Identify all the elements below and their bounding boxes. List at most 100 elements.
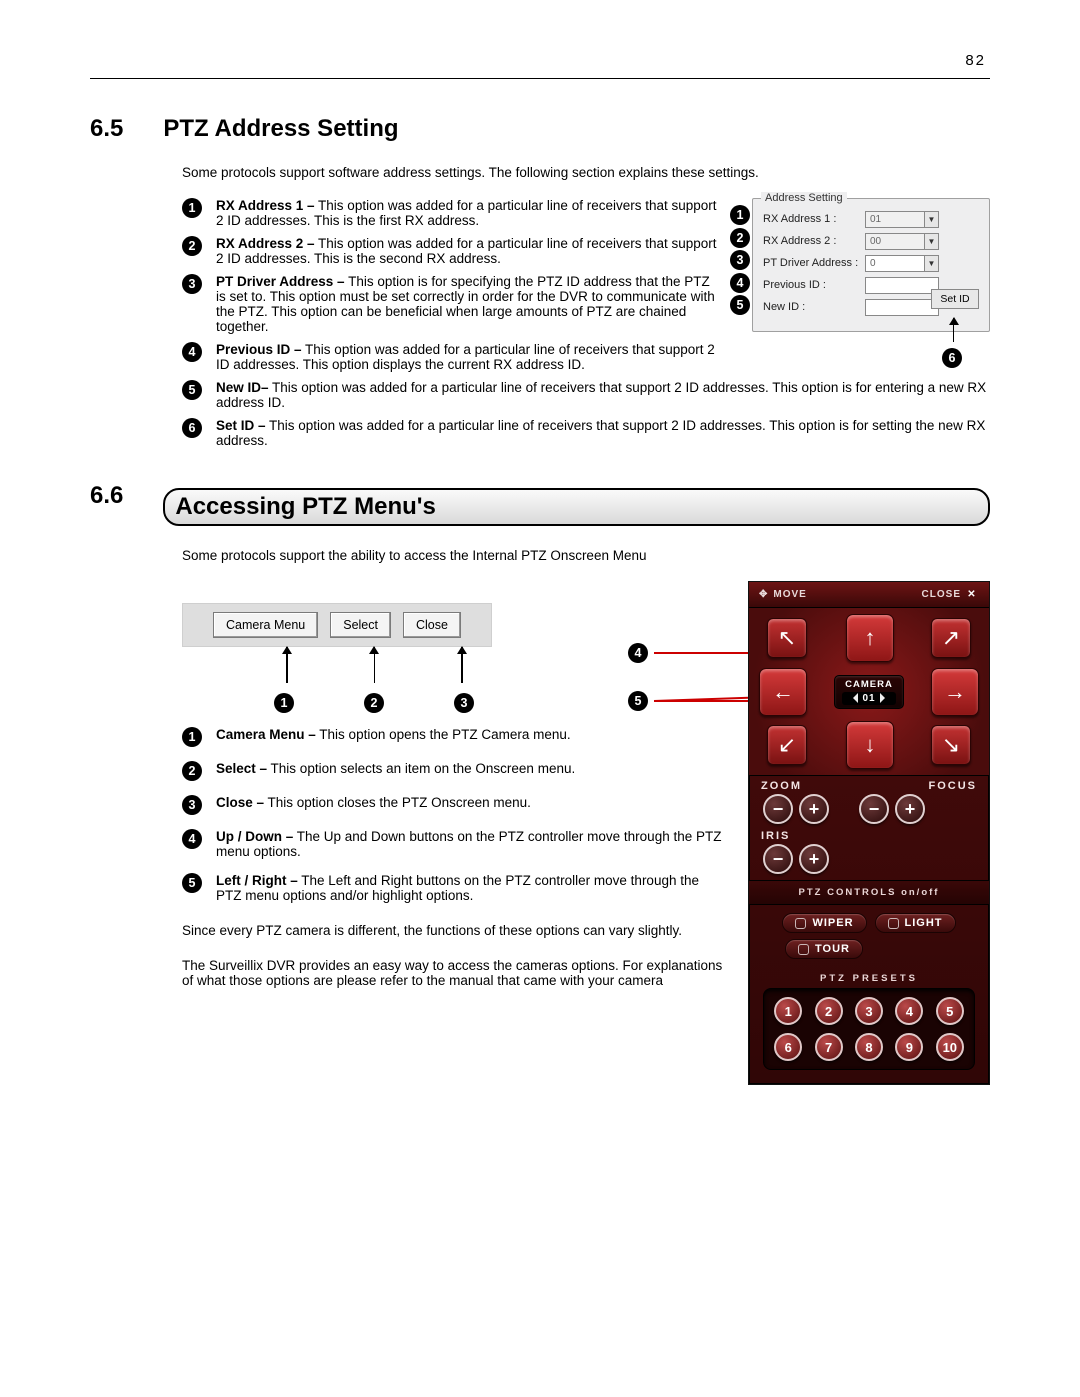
preset-5[interactable]: 5 (936, 997, 964, 1025)
panel-bullet-1: 1 (730, 205, 750, 225)
bullet-6: 6 (182, 418, 202, 438)
section-6-5-list: 1 RX Address 1 – This option was added f… (182, 198, 720, 380)
arrow-up-icon: ↑ (865, 625, 876, 651)
bullet-1: 1 (182, 198, 202, 218)
preset-1[interactable]: 1 (774, 997, 802, 1025)
dpad: ↖ ↑ ↗ ← → ↙ ↓ ↘ CAMERA 01 (749, 608, 989, 776)
section-6-6-list: 1 Camera Menu – This option opens the PT… (182, 727, 728, 903)
rx2-label: RX Address 2 : (763, 235, 865, 247)
zoom-out-button[interactable]: − (763, 794, 793, 824)
panel-bullet-2: 2 (730, 228, 750, 248)
toolbar-bullet-2: 2 (364, 693, 384, 713)
dpad-down-left[interactable]: ↙ (767, 725, 807, 765)
section-6-6-intro: Some protocols support the ability to ac… (182, 548, 990, 563)
focus-label: FOCUS (929, 780, 978, 792)
arrow-up-left-icon: ↖ (778, 625, 796, 651)
rx1-dropdown[interactable]: 01▼ (865, 211, 939, 228)
focus-in-button[interactable]: + (895, 794, 925, 824)
preset-3[interactable]: 3 (855, 997, 883, 1025)
arrow-down-icon: ↓ (865, 732, 876, 758)
preset-7[interactable]: 7 (815, 1033, 843, 1061)
callout-arrow (461, 647, 463, 683)
pt-label: PT Driver Address : (763, 257, 865, 269)
camera-prev-icon (848, 693, 858, 703)
ptz-controls-toggle[interactable]: PTZ CONTROLS on/off (749, 880, 989, 905)
section-title-66: Accessing PTZ Menu's (175, 493, 435, 521)
preset-6[interactable]: 6 (774, 1033, 802, 1061)
section-6-5-heading: 6.5 PTZ Address Setting (90, 115, 990, 143)
panel-bullet-3: 3 (730, 250, 750, 270)
dpad-left[interactable]: ← (759, 668, 807, 716)
chevron-down-icon: ▼ (924, 256, 938, 271)
section-6-6-p2: The Surveillix DVR provides an easy way … (182, 958, 728, 988)
close-button[interactable]: Close (403, 612, 461, 638)
close-icon: ✕ (965, 588, 979, 602)
chevron-down-icon: ▼ (924, 234, 938, 249)
zoom-label: ZOOM (761, 780, 802, 792)
presets-label: PTZ PRESETS (749, 967, 989, 988)
checkbox-icon (798, 944, 809, 955)
top-rule (90, 78, 990, 79)
preset-2[interactable]: 2 (815, 997, 843, 1025)
bullet-3: 3 (182, 274, 202, 294)
bullet-1: 1 (182, 727, 202, 747)
chevron-down-icon: ▼ (924, 212, 938, 227)
page-number: 82 (965, 52, 986, 69)
rx1-label: RX Address 1 : (763, 213, 865, 225)
preset-10[interactable]: 10 (936, 1033, 964, 1061)
dpad-up-right[interactable]: ↗ (931, 618, 971, 658)
close-panel-button[interactable]: CLOSE✕ (922, 588, 979, 602)
select-button[interactable]: Select (330, 612, 391, 638)
rx2-dropdown[interactable]: 00▼ (865, 233, 939, 250)
bullet-4: 4 (182, 829, 202, 849)
section-number-66: 6.6 (90, 482, 123, 510)
dpad-right[interactable]: → (931, 668, 979, 716)
checkbox-icon (795, 918, 806, 929)
ptz-bullet-4: 4 (628, 643, 648, 663)
ptz-bullet-5: 5 (628, 691, 648, 711)
panel-bullet-4: 4 (730, 273, 750, 293)
section-6-6-p1: Since every PTZ camera is different, the… (182, 923, 728, 938)
iris-close-button[interactable]: − (763, 844, 793, 874)
ptz-controller-panel: ✥ MOVE CLOSE✕ ↖ ↑ ↗ ← → ↙ ↓ ↘ CAMERA 01 … (748, 581, 990, 1085)
bullet-5: 5 (182, 380, 202, 400)
prev-id-field[interactable] (865, 277, 939, 294)
checkbox-icon (888, 918, 899, 929)
move-handle[interactable]: ✥ MOVE (759, 589, 807, 600)
camera-menu-button[interactable]: Camera Menu (213, 612, 318, 638)
section-6-5-list-cont: 5 New ID– This option was added for a pa… (90, 380, 990, 448)
address-setting-panel: Address Setting RX Address 1 : 01▼ RX Ad… (752, 198, 990, 332)
section-title: PTZ Address Setting (163, 115, 398, 143)
dpad-down-right[interactable]: ↘ (931, 725, 971, 765)
bullet-3: 3 (182, 795, 202, 815)
preset-8[interactable]: 8 (855, 1033, 883, 1061)
bullet-2: 2 (182, 236, 202, 256)
tour-button[interactable]: TOUR (785, 939, 863, 959)
dpad-up-left[interactable]: ↖ (767, 618, 807, 658)
set-id-button[interactable]: Set ID (931, 289, 979, 309)
light-button[interactable]: LIGHT (875, 913, 956, 933)
arrow-left-icon: ← (772, 679, 794, 705)
dpad-up[interactable]: ↑ (846, 614, 894, 662)
arrow-down-right-icon: ↘ (942, 732, 960, 758)
new-id-field[interactable] (865, 299, 939, 316)
iris-open-button[interactable]: + (799, 844, 829, 874)
wiper-button[interactable]: WIPER (782, 913, 866, 933)
bullet-4: 4 (182, 342, 202, 362)
preset-9[interactable]: 9 (895, 1033, 923, 1061)
toolbar-bullet-3: 3 (454, 693, 474, 713)
callout-arrow (286, 647, 288, 683)
focus-out-button[interactable]: − (859, 794, 889, 824)
callout-arrow (374, 647, 376, 683)
pt-dropdown[interactable]: 0▼ (865, 255, 939, 272)
dpad-center[interactable]: CAMERA 01 (834, 675, 904, 709)
newid-label: New ID : (763, 301, 865, 313)
panel-title: Address Setting (761, 192, 847, 204)
zoom-in-button[interactable]: + (799, 794, 829, 824)
camera-menu-toolbar: Camera Menu Select Close (182, 603, 492, 647)
bullet-2: 2 (182, 761, 202, 781)
dpad-down[interactable]: ↓ (846, 721, 894, 769)
arrow-up-right-icon: ↗ (942, 625, 960, 651)
preset-4[interactable]: 4 (895, 997, 923, 1025)
camera-next-icon (880, 693, 890, 703)
